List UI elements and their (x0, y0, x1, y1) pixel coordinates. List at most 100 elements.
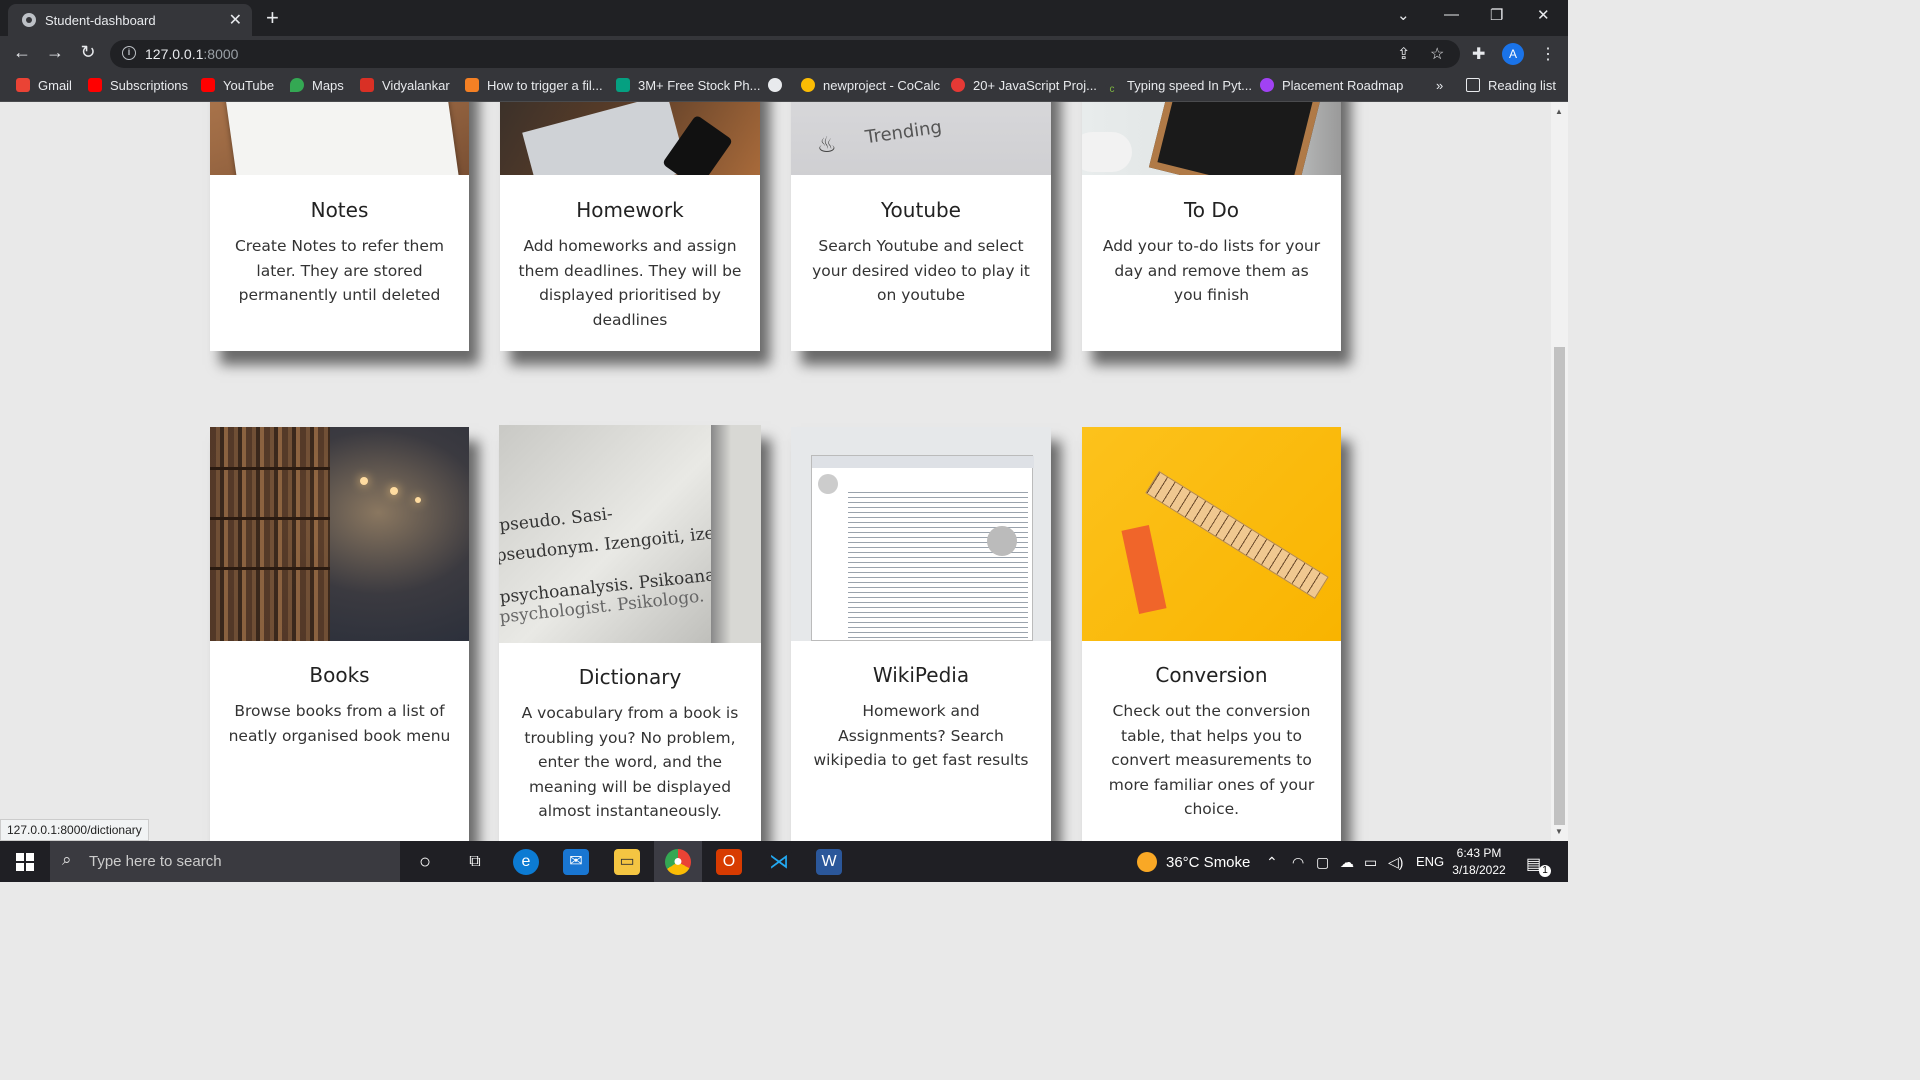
minimize-button[interactable]: — (1444, 6, 1459, 23)
new-tab-button[interactable]: + (266, 5, 279, 31)
card-description: Homework and Assignments? Search wikiped… (813, 702, 1029, 769)
bookmark-how-to-trigger[interactable]: How to trigger a fil... (465, 78, 603, 93)
card-wikipedia[interactable]: WikiPedia Homework and Assignments? Sear… (791, 427, 1051, 841)
reading-list-icon (1466, 78, 1480, 92)
bookmark-typing-speed[interactable]: c Typing speed In Pyt... (1105, 78, 1252, 98)
bookmark-subscriptions[interactable]: Subscriptions (88, 78, 188, 93)
card-description: Add your to-do lists for your day and re… (1102, 237, 1321, 304)
scroll-up-arrow-icon[interactable]: ▲ (1555, 107, 1563, 116)
page-viewport: Notes Create Notes to refer them later. … (0, 102, 1551, 841)
cocalc-icon (801, 78, 815, 92)
bookmark-vidyalankar[interactable]: Vidyalankar (360, 78, 450, 93)
globe-icon (22, 13, 36, 27)
taskbar-clock[interactable]: 6:43 PM 3/18/2022 (1446, 845, 1512, 879)
vidyalankar-icon (360, 78, 374, 92)
tab-student-dashboard[interactable]: Student-dashboard ✕ (8, 4, 252, 36)
bookmark-free-stock[interactable]: 3M+ Free Stock Ph... (616, 78, 760, 93)
card-homework[interactable]: Homework Add homeworks and assign them d… (500, 102, 760, 351)
card-conversion[interactable]: Conversion Check out the conversion tabl… (1082, 427, 1341, 841)
share-icon[interactable]: ⇪ (1397, 44, 1410, 64)
bookmark-gmail[interactable]: Gmail (16, 78, 72, 93)
language-indicator[interactable]: ENG (1416, 854, 1444, 869)
conversion-image (1082, 427, 1341, 641)
cortana-icon[interactable]: ○ (412, 849, 438, 875)
card-notes[interactable]: Notes Create Notes to refer them later. … (210, 102, 469, 351)
bookmark-star-icon[interactable]: ☆ (1430, 44, 1444, 64)
meet-now-icon[interactable]: ▢ (1316, 854, 1329, 871)
card-title: Conversion (1155, 663, 1268, 687)
file-explorer-icon[interactable]: ▭ (614, 849, 640, 875)
volume-icon[interactable]: ◁) (1388, 854, 1403, 871)
flame-icon: ♨ (817, 132, 837, 157)
weather-text[interactable]: 36°C Smoke (1166, 854, 1250, 871)
card-books[interactable]: Books Browse books from a list of neatly… (210, 427, 469, 841)
back-button[interactable]: ← (10, 42, 34, 63)
weather-sun-icon[interactable] (1137, 852, 1157, 872)
card-description: Add homeworks and assign them deadlines.… (518, 237, 742, 329)
card-dictionary[interactable]: pseudo. Sasi- pseudonym. Izengoiti, izen… (499, 425, 761, 841)
site-info-icon[interactable]: i (122, 46, 136, 60)
windows-start-icon[interactable] (16, 853, 34, 871)
c-icon: c (1105, 84, 1119, 98)
close-window-button[interactable]: ✕ (1537, 6, 1550, 24)
close-tab-icon[interactable]: ✕ (229, 10, 242, 30)
dictionary-image: pseudo. Sasi- pseudonym. Izengoiti, izen… (499, 425, 761, 643)
battery-icon[interactable]: ▭ (1364, 854, 1377, 871)
tab-search-icon[interactable]: ⌄ (1397, 6, 1410, 24)
card-title: Books (309, 663, 370, 687)
forward-button[interactable]: → (43, 42, 67, 63)
search-icon: ⌕ (62, 850, 72, 869)
onedrive-icon[interactable]: ☁ (1340, 854, 1354, 871)
taskbar-search-box[interactable]: ⌕ Type here to search (50, 841, 400, 882)
profile-avatar[interactable]: A (1502, 43, 1524, 65)
bookmarks-bar: Gmail Subscriptions YouTube Maps Vidyala… (0, 71, 1568, 102)
globe-icon (768, 78, 782, 92)
bookmarks-overflow[interactable]: » (1436, 78, 1443, 93)
show-hidden-icons-icon[interactable]: ⌃ (1266, 854, 1278, 871)
restore-button[interactable]: ❐ (1490, 6, 1503, 24)
card-description: A vocabulary from a book is troubling yo… (521, 704, 739, 820)
wikipedia-globe-icon (818, 474, 838, 494)
card-title: Dictionary (578, 665, 682, 689)
office-icon[interactable]: O (716, 849, 742, 875)
trending-text: Trending (863, 116, 944, 149)
vscode-icon[interactable]: ⋊ (766, 849, 792, 875)
card-description: Create Notes to refer them later. They a… (234, 237, 444, 304)
bookmark-cocalc[interactable]: newproject - CoCalc (801, 78, 940, 93)
mail-icon[interactable]: ✉ (563, 849, 589, 875)
scroll-down-arrow-icon[interactable]: ▼ (1555, 827, 1563, 836)
bookmark-maps[interactable]: Maps (290, 78, 344, 93)
windows-taskbar: ⌕ Type here to search ○ ⧉ e ✉ ▭ ● O ⋊ W … (0, 841, 1568, 882)
edge-icon[interactable]: e (513, 849, 539, 875)
bookmark-javascript-projects[interactable]: 20+ JavaScript Proj... (951, 78, 1097, 93)
card-title: WikiPedia (872, 663, 970, 687)
extensions-icon[interactable]: ✚ (1472, 44, 1485, 64)
reload-button[interactable]: ↻ (76, 42, 100, 63)
stock-photo-icon (616, 78, 630, 92)
browser-toolbar: ← → ↻ i 127.0.0.1:8000 ⇪ ☆ ✚ ⋮ (0, 36, 1568, 71)
word-icon[interactable]: W (816, 849, 842, 875)
stackoverflow-icon (465, 78, 479, 92)
menu-icon[interactable]: ⋮ (1540, 44, 1556, 64)
address-bar[interactable]: i 127.0.0.1:8000 ⇪ ☆ (110, 40, 1460, 68)
link-status-bubble: 127.0.0.1:8000/dictionary (0, 819, 149, 841)
notification-count-badge: 1 (1539, 865, 1551, 877)
scrollbar-thumb[interactable] (1554, 347, 1565, 825)
gmail-icon (16, 78, 30, 92)
card-todo[interactable]: To Do Add your to-do lists for your day … (1082, 102, 1341, 351)
reading-list-button[interactable]: Reading list (1466, 78, 1556, 93)
page-scrollbar[interactable]: ▲ ▼ (1551, 102, 1568, 841)
chrome-icon[interactable]: ● (665, 849, 691, 875)
m-icon (1260, 78, 1274, 92)
wifi-icon[interactable]: ◠ (1292, 854, 1304, 871)
task-view-icon[interactable]: ⧉ (462, 849, 488, 875)
maps-icon (290, 78, 304, 92)
card-youtube[interactable]: ♨ Trending Youtube Search Youtube and se… (791, 102, 1051, 351)
ruler-icon (1145, 470, 1329, 600)
youtube-icon (88, 78, 102, 92)
bookmark-globe[interactable] (768, 78, 790, 93)
card-description: Search Youtube and select your desired v… (812, 237, 1030, 304)
bookmark-placement-roadmap[interactable]: Placement Roadmap (1260, 78, 1403, 93)
bookmark-youtube[interactable]: YouTube (201, 78, 274, 93)
card-title: To Do (1183, 198, 1240, 222)
